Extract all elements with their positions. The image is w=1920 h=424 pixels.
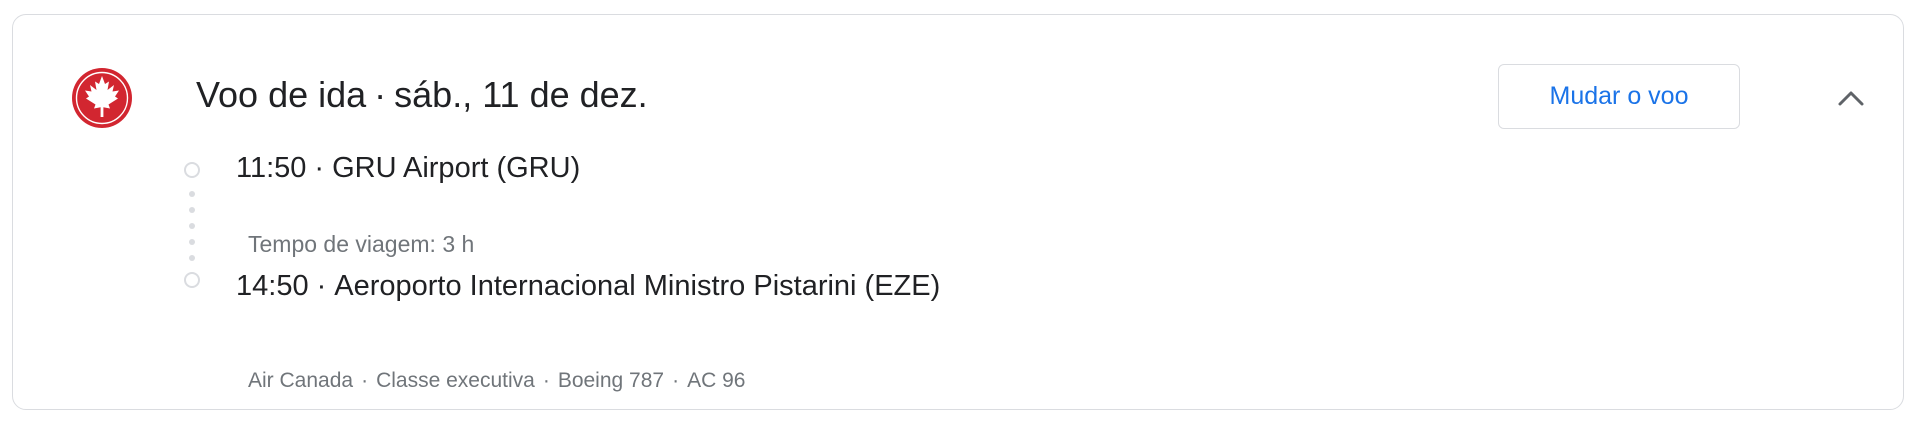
timeline-connector-dot — [189, 255, 195, 261]
change-flight-button[interactable]: Mudar o voo — [1498, 64, 1740, 129]
timeline-connector-dot — [189, 223, 195, 229]
timeline-connector-dot — [189, 191, 195, 197]
travel-time: Tempo de viagem: 3 h — [248, 231, 475, 257]
flight-card: Voo de ida · sáb., 11 de dez. Mudar o voo … — [12, 14, 1904, 410]
chevron-up-icon — [1838, 91, 1864, 106]
flight-number: AC 96 — [687, 369, 746, 392]
cabin-class: Classe executiva — [376, 369, 535, 392]
title-separator: · — [374, 74, 387, 115]
page-title: Voo de ida · sáb., 11 de dez. — [196, 71, 648, 119]
flight-details: Air Canada · Classe executiva · Boeing 787 · A… — [248, 366, 745, 396]
departure-time: 11:50 — [236, 152, 307, 184]
departure-dot — [184, 162, 200, 178]
details-separator: · — [672, 369, 680, 392]
departure-row: 11:50 · GRU Airport (GRU) — [236, 149, 580, 187]
departure-separator: · — [314, 152, 325, 184]
details-separator: · — [542, 369, 550, 392]
title-label: Voo de ida — [196, 74, 367, 115]
departure-airport: GRU Airport (GRU) — [332, 152, 581, 184]
details-separator: · — [361, 369, 369, 392]
maple-leaf-icon — [72, 68, 132, 128]
timeline-connector-dot — [189, 207, 195, 213]
timeline-connector-dot — [189, 239, 195, 245]
collapse-button[interactable] — [1825, 77, 1877, 117]
airline-name: Air Canada — [248, 369, 354, 392]
arrival-row: 14:50 · Aeroporto Internacional Ministro P… — [236, 267, 940, 305]
arrival-dot — [184, 272, 200, 288]
aircraft-type: Boeing 787 — [557, 369, 665, 392]
arrival-time: 14:50 — [236, 270, 309, 302]
arrival-airport: Aeroporto Internacional Ministro Pistari… — [334, 270, 941, 302]
arrival-separator: · — [316, 270, 327, 302]
flight-date: sáb., 11 de dez. — [394, 74, 648, 115]
